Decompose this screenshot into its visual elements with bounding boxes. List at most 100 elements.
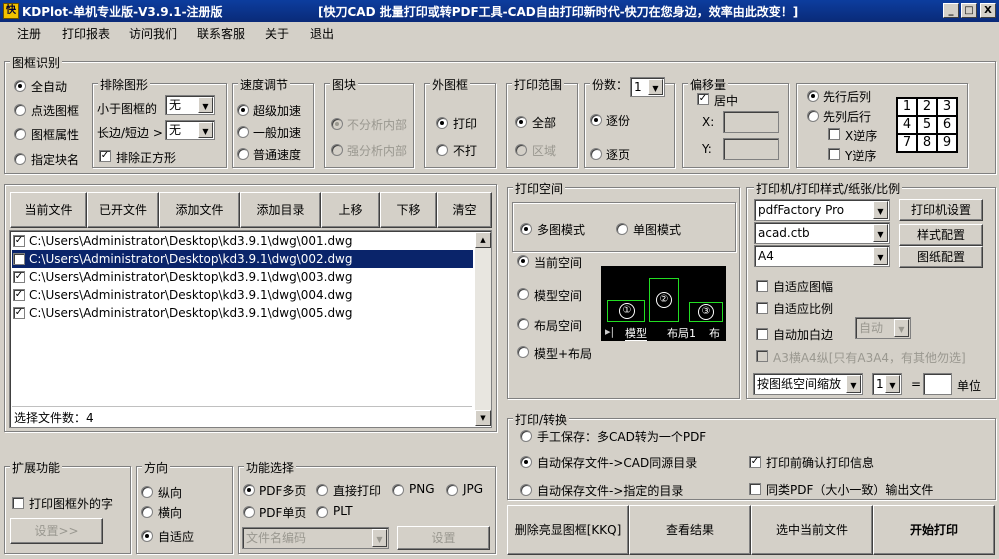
file-list-scrollbar[interactable]: ▲ ▼ — [475, 232, 491, 426]
auto-save-source-radio[interactable] — [520, 456, 532, 468]
style-select[interactable]: acad.ctb ▼ — [754, 222, 890, 244]
add-file-button[interactable]: 添加文件 — [159, 192, 240, 228]
landscape-radio[interactable] — [141, 506, 153, 518]
select-current-button[interactable]: 选中当前文件 — [751, 505, 873, 555]
add-folder-button[interactable]: 添加目录 — [240, 192, 321, 228]
portrait-radio[interactable] — [141, 486, 153, 498]
start-print-button[interactable]: 开始打印 — [873, 505, 995, 555]
range-all-radio[interactable] — [515, 116, 527, 128]
confirm-info-checkbox[interactable]: ✓ — [749, 456, 761, 468]
mode-auto-radio[interactable] — [14, 80, 26, 92]
print-outside-checkbox[interactable] — [12, 497, 24, 509]
offset-x-input[interactable] — [723, 111, 779, 133]
scale-value-select[interactable]: 1 ▼ — [872, 373, 902, 395]
delete-frames-button[interactable]: 删除亮显图框[KKQ] — [507, 505, 629, 555]
encoding-select[interactable]: 文件名编码 ▼ — [242, 527, 389, 549]
auto-margin-select[interactable]: 自动 ▼ — [855, 317, 911, 339]
printer-settings-button[interactable]: 打印机设置 — [899, 199, 983, 221]
single-mode-radio[interactable] — [616, 223, 628, 235]
manual-save-radio[interactable] — [520, 430, 532, 442]
clear-button[interactable]: 清空 — [437, 192, 492, 228]
auto-margin-checkbox[interactable] — [756, 328, 768, 340]
chevron-down-icon: ▼ — [648, 79, 663, 95]
fit-scale-checkbox[interactable] — [756, 302, 768, 314]
space-layout-radio[interactable] — [517, 318, 529, 330]
file-checkbox[interactable]: ✓ — [13, 271, 25, 283]
ratio-select[interactable]: 无 ▼ — [165, 120, 215, 140]
menu-exit[interactable]: 退出 — [310, 25, 334, 42]
speed-normal-radio[interactable] — [237, 126, 249, 138]
fit-sheet-checkbox[interactable] — [756, 280, 768, 292]
file-checkbox[interactable]: ✓ — [13, 289, 25, 301]
unit-input[interactable] — [923, 373, 952, 395]
scroll-down-icon[interactable]: ▼ — [475, 410, 491, 426]
move-down-button[interactable]: 下移 — [380, 192, 437, 228]
less-than-select[interactable]: 无 ▼ — [165, 95, 215, 115]
speed-super-radio[interactable] — [237, 104, 249, 116]
space-model-layout-radio[interactable] — [517, 346, 529, 358]
list-item[interactable]: ✓ C:\Users\Administrator\Desktop\kd3.9.1\… — [12, 286, 473, 304]
center-checkbox[interactable]: ✓ — [697, 93, 709, 105]
order-row-first-radio[interactable] — [807, 90, 819, 102]
a3-rule-checkbox[interactable] — [756, 350, 768, 362]
order-col-first-radio[interactable] — [807, 110, 819, 122]
function-settings-button[interactable]: 设置 — [397, 526, 490, 550]
outer-noprint-radio[interactable] — [436, 144, 448, 156]
open-files-button[interactable]: 已开文件 — [87, 192, 159, 228]
scroll-up-icon[interactable]: ▲ — [475, 232, 491, 248]
list-item[interactable]: ✓ C:\Users\Administrator\Desktop\kd3.9.1\… — [12, 304, 473, 322]
auto-save-folder-radio[interactable] — [520, 484, 532, 496]
multi-mode-radio[interactable] — [520, 223, 532, 235]
copies-select[interactable]: 1 ▼ — [630, 77, 665, 97]
auto-orient-radio[interactable] — [141, 530, 153, 542]
pdf-single-radio[interactable] — [243, 506, 255, 518]
current-file-button[interactable]: 当前文件 — [10, 192, 87, 228]
paper-select[interactable]: A4 ▼ — [754, 245, 890, 267]
file-list[interactable]: ✓ C:\Users\Administrator\Desktop\kd3.9.1\… — [9, 230, 492, 428]
close-button[interactable]: X — [980, 3, 996, 18]
menu-print-report[interactable]: 打印报表 — [62, 25, 110, 42]
view-results-button[interactable]: 查看结果 — [629, 505, 751, 555]
block-no-analyze-radio[interactable] — [331, 118, 343, 130]
plt-radio[interactable] — [316, 506, 328, 518]
menu-support[interactable]: 联系客服 — [197, 25, 245, 42]
paper-config-button[interactable]: 图纸配置 — [899, 246, 983, 268]
list-item[interactable]: ✓ C:\Users\Administrator\Desktop\kd3.9.1\… — [12, 232, 473, 250]
mode-pick-radio[interactable] — [14, 104, 26, 116]
copies-page-radio[interactable] — [590, 148, 602, 160]
extension-settings-button[interactable]: 设置>> — [10, 518, 103, 544]
file-checkbox[interactable] — [13, 253, 25, 265]
move-up-button[interactable]: 上移 — [321, 192, 380, 228]
list-item[interactable]: ✓ C:\Users\Administrator\Desktop\kd3.9.1\… — [12, 268, 473, 286]
range-area-radio[interactable] — [515, 144, 527, 156]
offset-y-input[interactable] — [723, 138, 779, 160]
copies-collate-radio[interactable] — [590, 114, 602, 126]
maximize-button[interactable]: □ — [961, 3, 977, 18]
menu-visit-us[interactable]: 访问我们 — [129, 25, 177, 42]
space-model-radio[interactable] — [517, 288, 529, 300]
file-checkbox[interactable]: ✓ — [13, 235, 25, 247]
block-analyze-radio[interactable] — [331, 144, 343, 156]
scale-mode-select[interactable]: 按图纸空间缩放 ▼ — [753, 373, 863, 395]
selected-count: 选择文件数：4 — [12, 406, 472, 425]
space-current-radio[interactable] — [517, 255, 529, 267]
list-item[interactable]: C:\Users\Administrator\Desktop\kd3.9.1\d… — [12, 250, 473, 268]
direct-print-radio[interactable] — [316, 484, 328, 496]
exclude-square-checkbox[interactable]: ✓ — [99, 150, 111, 162]
y-reverse-checkbox[interactable] — [828, 148, 840, 160]
mode-attribute-radio[interactable] — [14, 128, 26, 140]
x-reverse-checkbox[interactable] — [828, 128, 840, 140]
mode-blockname-radio[interactable] — [14, 153, 26, 165]
menu-register[interactable]: 注册 — [17, 25, 41, 42]
speed-regular-radio[interactable] — [237, 148, 249, 160]
pdf-multi-radio[interactable] — [243, 484, 255, 496]
menu-about[interactable]: 关于 — [265, 25, 289, 42]
png-radio[interactable] — [392, 484, 404, 496]
file-checkbox[interactable]: ✓ — [13, 307, 25, 319]
outer-print-radio[interactable] — [436, 117, 448, 129]
same-pdf-checkbox[interactable] — [749, 483, 761, 495]
printer-select[interactable]: pdfFactory Pro ▼ — [754, 199, 890, 221]
style-config-button[interactable]: 样式配置 — [899, 224, 983, 246]
jpg-radio[interactable] — [446, 484, 458, 496]
minimize-button[interactable]: _ — [943, 3, 959, 18]
